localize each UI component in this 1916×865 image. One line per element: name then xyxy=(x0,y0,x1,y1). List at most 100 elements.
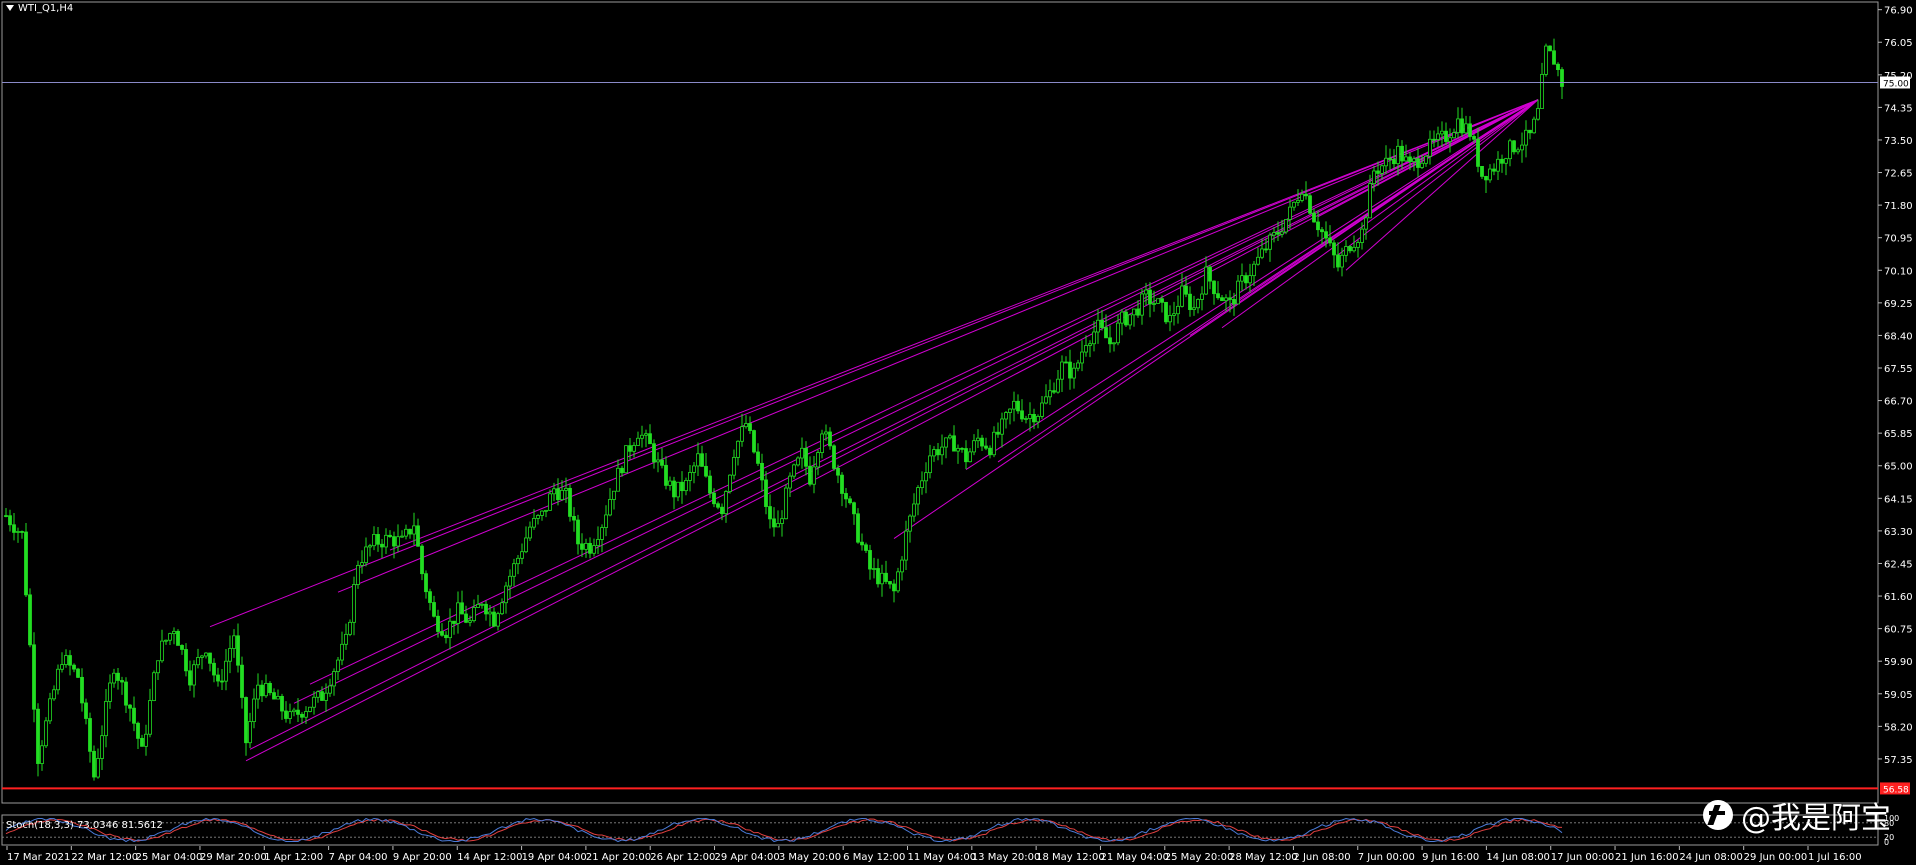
candle-body xyxy=(448,620,452,639)
candle-body xyxy=(904,530,908,561)
candle-body xyxy=(628,445,632,452)
candle-body xyxy=(696,453,700,467)
y-tick-label: 65.85 xyxy=(1884,429,1913,440)
candle-body xyxy=(1456,118,1460,134)
candle-body xyxy=(364,546,368,564)
candle-body xyxy=(116,672,120,681)
price-chart[interactable]: 56.58 75.00 76.90 76.05 75.20 74.35 73.50 72.… xyxy=(0,0,1916,865)
candle-body xyxy=(548,493,552,511)
candle-body xyxy=(1448,137,1452,142)
candle-body xyxy=(1276,232,1280,235)
candle-body xyxy=(1212,280,1216,295)
candle-body xyxy=(672,480,676,498)
trendline xyxy=(965,99,1539,470)
candle-body xyxy=(620,467,624,474)
candle-body xyxy=(1524,129,1528,146)
candle-body xyxy=(1416,158,1420,168)
candle-body xyxy=(160,640,164,662)
candle-body xyxy=(992,431,996,456)
candle-body xyxy=(1120,311,1124,324)
candle-body xyxy=(496,613,500,627)
candle-body xyxy=(740,426,744,442)
candle-body xyxy=(776,523,780,528)
candle-body xyxy=(1280,231,1284,235)
candle-body xyxy=(596,539,600,547)
trendline-fan[interactable] xyxy=(209,99,1539,762)
candle-body xyxy=(436,615,440,632)
candle-body xyxy=(1484,175,1488,181)
candle-body xyxy=(1020,410,1024,420)
candle-body xyxy=(52,689,56,700)
candle-body xyxy=(1468,123,1472,137)
candle-body xyxy=(1180,285,1184,307)
watermark-text: @我是阿宝 xyxy=(1741,801,1891,836)
candle-body xyxy=(864,544,868,551)
candle-body xyxy=(748,423,752,431)
candle-body xyxy=(80,676,84,704)
y-tick-label: 70.10 xyxy=(1884,266,1913,277)
candle-body xyxy=(528,526,532,539)
candle-body xyxy=(580,543,584,550)
candle-body xyxy=(1148,289,1152,305)
candle-body xyxy=(708,475,712,494)
price-axis[interactable]: 76.90 76.05 75.20 74.35 73.50 72.65 71.80 70.95… xyxy=(1878,6,1913,766)
candle-body xyxy=(848,498,852,504)
candle-body xyxy=(600,527,604,540)
trendline xyxy=(249,99,1539,750)
x-tick-label: 7 Jun 00:00 xyxy=(1358,852,1415,863)
candle-body xyxy=(336,659,340,672)
candle-body xyxy=(828,431,832,447)
candle-body xyxy=(1200,293,1204,300)
watermark-logo-icon xyxy=(1703,800,1733,830)
candle-body xyxy=(412,525,416,535)
candle-body xyxy=(396,536,400,547)
candle-body xyxy=(968,451,972,463)
x-tick-label: 26 Apr 12:00 xyxy=(650,852,715,863)
candle-body xyxy=(504,585,508,604)
x-tick-label: 22 Mar 12:00 xyxy=(71,852,138,863)
candle-body xyxy=(1272,232,1276,236)
candle-body xyxy=(1396,145,1400,165)
candle-body xyxy=(716,503,720,508)
support-line[interactable]: 56.58 xyxy=(2,782,1910,795)
candle-body xyxy=(852,502,856,515)
plot-border xyxy=(1,1,1879,804)
candle-body xyxy=(72,664,76,670)
candle-body xyxy=(936,449,940,456)
candle-body xyxy=(1192,307,1196,310)
candle-body xyxy=(756,451,760,464)
candle-body xyxy=(1176,305,1180,315)
symbol-label[interactable]: WTI_Q1,H4 xyxy=(6,3,73,14)
time-axis[interactable]: 17 Mar 2021 22 Mar 12:0025 Mar 04:0029 Ma… xyxy=(6,846,1862,863)
candle-body xyxy=(1324,231,1328,239)
candle-body xyxy=(156,660,160,674)
candle-body xyxy=(200,655,204,658)
candle-body xyxy=(536,515,540,519)
candle-body xyxy=(1316,221,1320,231)
y-tick-label: 72.65 xyxy=(1884,169,1913,180)
y-tick-label: 69.25 xyxy=(1884,299,1913,310)
candle-body xyxy=(1252,263,1256,277)
candle-body xyxy=(376,534,380,545)
candle-body xyxy=(1508,140,1512,160)
current-price-line[interactable]: 75.00 xyxy=(2,76,1910,89)
candle-body xyxy=(664,464,668,486)
candle-body xyxy=(84,702,88,719)
y-tick-label: 61.60 xyxy=(1884,592,1913,603)
candle-body xyxy=(960,447,964,450)
candle-body xyxy=(144,733,148,747)
dropdown-triangle-icon[interactable] xyxy=(6,5,14,11)
candle-body xyxy=(392,536,396,547)
candle-body xyxy=(996,431,1000,435)
candle-body xyxy=(1096,319,1100,333)
candle-body xyxy=(308,706,312,712)
candle-body xyxy=(544,509,548,512)
trendline xyxy=(309,99,1539,685)
candle-body xyxy=(1072,367,1076,379)
candle-body xyxy=(44,720,48,747)
candle-body xyxy=(132,707,136,724)
candle-body xyxy=(1092,331,1096,345)
candle-body xyxy=(1044,396,1048,404)
trendline xyxy=(209,99,1539,628)
candle-body xyxy=(584,542,588,550)
